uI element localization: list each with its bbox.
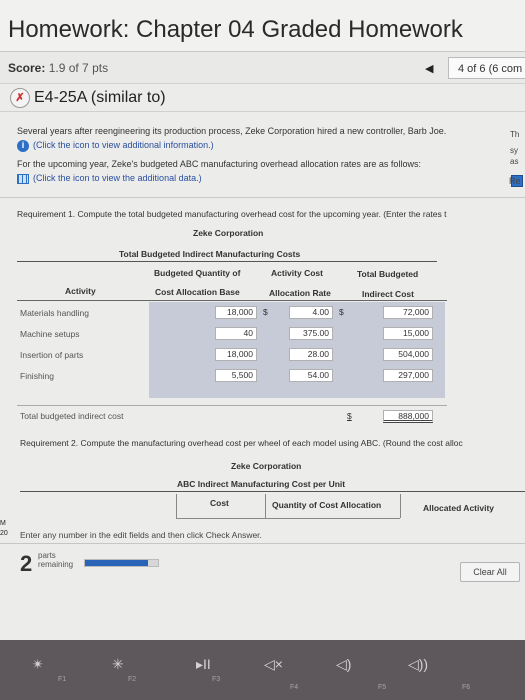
rate-input[interactable]: 54.00 (289, 369, 333, 382)
side-text-fragment: sy (510, 146, 518, 155)
col-cost: Cost (210, 498, 229, 508)
data-link-text[interactable]: (Click the icon to view the additional d… (33, 172, 202, 185)
company-name: Zeke Corporation (231, 461, 302, 471)
title-bar: Homework: Chapter 04 Graded Homework (0, 0, 525, 52)
activity-name: Insertion of parts (20, 350, 84, 360)
problem-title: E4-25A (similar to) (34, 88, 166, 106)
left-marker-text: M 20 (0, 520, 8, 537)
function-key-label: F3 (212, 676, 221, 683)
data-link[interactable]: (Click the icon to view the additional d… (17, 172, 507, 185)
currency-sign: $ (339, 307, 344, 317)
keyboard-key: ◁)) (408, 656, 429, 672)
quantity-input[interactable]: 18,000 (215, 348, 257, 361)
total-input[interactable]: 72,000 (383, 306, 433, 319)
function-key-label: F1 (58, 676, 67, 683)
col-allocated: Allocated Activity (423, 503, 495, 513)
score-label: Score: (8, 60, 46, 75)
activity-name: Machine setups (20, 329, 80, 339)
currency-sign: $ (263, 307, 268, 317)
activity-name: Finishing (20, 371, 55, 381)
progress-bar (84, 559, 159, 567)
activity-name: Materials handling (20, 308, 89, 318)
intro-text: Several years after reengineering its pr… (17, 126, 447, 136)
header-rule (17, 300, 447, 301)
instruction-text: Enter any number in the edit fields and … (20, 530, 262, 540)
quantity-input[interactable]: 40 (215, 327, 257, 340)
company-name: Zeke Corporation (193, 228, 264, 238)
table-icon[interactable] (17, 173, 29, 184)
info-link-text[interactable]: (Click the icon to view additional infor… (33, 139, 214, 152)
keyboard-key: ▸II (196, 656, 211, 672)
header-activity: Activity (65, 286, 96, 296)
total-rule (17, 405, 447, 406)
info-link[interactable]: i (Click the icon to view additional inf… (17, 139, 507, 152)
total-indirect-cost[interactable]: 888,000 (383, 410, 433, 423)
keyboard-key: ✳ (112, 656, 124, 672)
header-rate-bottom: Allocation Rate (269, 288, 331, 298)
keyboard-key: ◁× (264, 656, 283, 672)
partial-credit-icon: ✗ (10, 87, 30, 108)
score-display: Score: 1.9 of 7 pts (8, 61, 108, 75)
intro-text-2: For the upcoming year, Zeke's budgeted A… (17, 159, 421, 169)
header-rate-top: Activity Cost (271, 268, 323, 278)
rate-input[interactable]: 4.00 (289, 306, 333, 319)
screen: Homework: Chapter 04 Graded Homework Sco… (0, 0, 525, 640)
info-icon[interactable]: i (17, 139, 29, 152)
requirement-2-text: Requirement 2. Compute the manufacturing… (20, 438, 463, 448)
col-divider (176, 494, 177, 518)
quantity-input[interactable]: 5,500 (215, 369, 257, 382)
side-text-fragment: as (510, 157, 519, 166)
section-divider (0, 197, 525, 198)
function-key-label: F4 (290, 684, 299, 691)
keyboard-function-row: ✴ ✳ ▸II ◁× ◁) ◁)) F1 F2 F3 F4 F5 F6 (0, 640, 525, 700)
rate-input[interactable]: 28.00 (289, 348, 333, 361)
parts-label-2: remaining (38, 560, 74, 569)
total-label: Total budgeted indirect cost (20, 411, 124, 421)
page-title: Homework: Chapter 04 Graded Homework (8, 16, 463, 43)
progress-fill (85, 560, 148, 566)
score-value: 1.9 of 7 pts (48, 60, 109, 75)
total-input[interactable]: 504,000 (383, 348, 433, 361)
header-total-bottom: Indirect Cost (362, 289, 414, 299)
parts-remaining-label: parts remaining (38, 551, 73, 569)
col-divider (265, 494, 266, 518)
header-qty-bottom: Cost Allocation Base (155, 287, 240, 297)
col-divider (400, 494, 401, 518)
table-title: ABC Indirect Manufacturing Cost per Unit (177, 479, 346, 489)
question-position[interactable]: 4 of 6 (6 com (448, 57, 525, 79)
title-rule (17, 261, 437, 262)
parts-label-1: parts (38, 551, 56, 560)
total-input[interactable]: 297,000 (383, 369, 433, 382)
score-bar: Score: 1.9 of 7 pts ◀ 4 of 6 (6 com (0, 52, 525, 84)
problem-intro: Several years after reengineering its pr… (17, 125, 507, 185)
side-text-fragment: Re (509, 176, 521, 186)
total-currency: $ (347, 411, 352, 421)
table-title: Total Budgeted Indirect Manufacturing Co… (119, 249, 301, 259)
function-key-label: F5 (378, 684, 387, 691)
col-quantity: Quantity of Cost Allocation (272, 500, 382, 510)
rate-input[interactable]: 375.00 (289, 327, 333, 340)
col-rule (176, 518, 400, 519)
left-edge-marker: M 20 (0, 519, 8, 539)
parts-remaining-count: 2 (20, 551, 33, 576)
keyboard-key: ◁) (336, 656, 352, 672)
left-triangle-icon[interactable]: ◀ (425, 62, 433, 75)
keyboard-key: ✴ (32, 656, 44, 672)
header-qty-top: Budgeted Quantity of (154, 268, 241, 278)
problem-header: ✗ E4-25A (similar to) (0, 84, 525, 112)
total-input[interactable]: 15,000 (383, 327, 433, 340)
footer-divider (0, 543, 525, 544)
function-key-label: F6 (462, 684, 471, 691)
header-total-top: Total Budgeted (357, 269, 419, 279)
quantity-input[interactable]: 18,000 (215, 306, 257, 319)
side-text-fragment: Th (510, 130, 520, 139)
function-key-label: F2 (128, 676, 137, 683)
clear-all-button[interactable]: Clear All (460, 562, 520, 582)
requirement-1-text: Requirement 1. Compute the total budgete… (17, 209, 447, 219)
title-rule (20, 491, 525, 492)
